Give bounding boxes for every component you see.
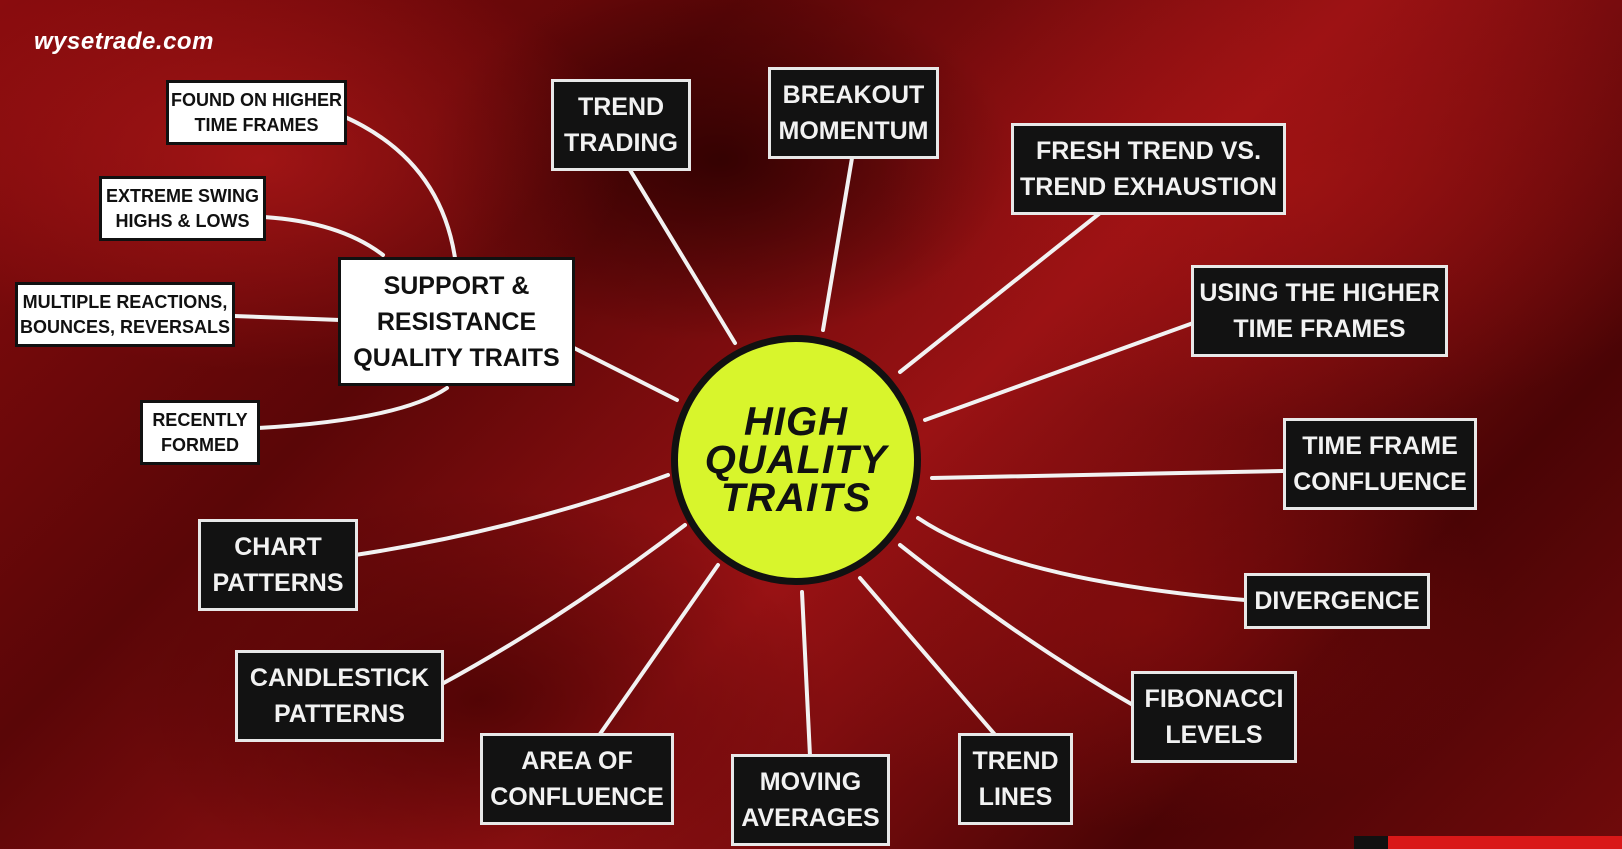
- subnode-found-on-higher-time-frames: FOUND ON HIGHER TIME FRAMES: [166, 80, 347, 145]
- node-area-of-confluence: AREA OF CONFLUENCE: [480, 733, 674, 825]
- corner-banner: [1354, 836, 1622, 849]
- subnode-multiple-reactions: MULTIPLE REACTIONS, BOUNCES, REVERSALS: [15, 282, 235, 347]
- node-chart-patterns: CHART PATTERNS: [198, 519, 358, 611]
- wysetrade-logo[interactable]: wysetrade.com: [34, 28, 214, 56]
- node-fresh-trend: FRESH TREND VS. TREND EXHAUSTION: [1011, 123, 1286, 215]
- node-moving-averages: MOVING AVERAGES: [731, 754, 890, 846]
- connector-fibonacci: [898, 543, 1135, 707]
- node-support-resistance: SUPPORT & RESISTANCE QUALITY TRAITS: [338, 257, 575, 386]
- node-higher-time-frames: USING THE HIGHER TIME FRAMES: [1191, 265, 1448, 357]
- node-trend-trading: TREND TRADING: [551, 79, 691, 171]
- connector-higher-time-frames: [923, 320, 1198, 422]
- connector-area-of-confluence: [598, 563, 720, 736]
- node-time-frame-confluence: TIME FRAME CONFLUENCE: [1283, 418, 1477, 510]
- subnode-recently-formed: RECENTLY FORMED: [140, 400, 260, 465]
- connector-fresh-trend: [898, 211, 1102, 374]
- connector-breakout-momentum: [821, 156, 854, 332]
- connector-trend-trading: [628, 168, 737, 345]
- connector-found-higher: [343, 115, 457, 260]
- node-trend-lines: TREND LINES: [958, 733, 1073, 825]
- node-divergence: DIVERGENCE: [1244, 573, 1430, 629]
- node-candlestick-patterns: CANDLESTICK PATTERNS: [235, 650, 444, 742]
- node-breakout-momentum: BREAKOUT MOMENTUM: [768, 67, 939, 159]
- node-fibonacci-levels: FIBONACCI LEVELS: [1131, 671, 1297, 763]
- connector-extreme-swing: [262, 215, 385, 257]
- connector-support-resistance: [572, 346, 679, 402]
- subnode-extreme-swing-highs-lows: EXTREME SWING HIGHS & LOWS: [99, 176, 266, 241]
- connector-chart-patterns: [353, 473, 670, 557]
- high-quality-traits-hub: HIGH QUALITY TRAITS: [671, 335, 921, 585]
- connector-multiple-reactions: [232, 314, 342, 322]
- connector-recently-formed: [256, 386, 449, 430]
- connector-candlestick-patterns: [438, 523, 687, 687]
- connector-divergence: [916, 516, 1247, 602]
- connector-time-frame-confluence: [930, 469, 1285, 480]
- corner-banner-tab: [1354, 836, 1388, 849]
- connector-moving-averages: [800, 590, 812, 758]
